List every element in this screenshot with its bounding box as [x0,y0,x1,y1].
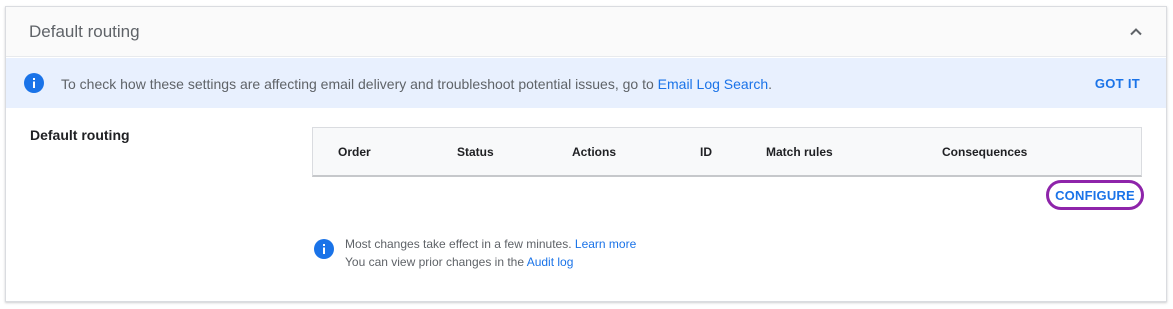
configure-button[interactable]: CONFIGURE [1046,180,1144,210]
footer-text: Most changes take effect in a few minute… [345,237,575,251]
info-icon [24,73,44,93]
banner-text: To check how these settings are affectin… [61,76,658,92]
default-routing-card: Default routing To check how these setti… [5,6,1167,302]
banner-message: To check how these settings are affectin… [61,76,772,92]
card-header[interactable]: Default routing [6,7,1166,57]
info-icon [314,239,334,259]
info-banner: To check how these settings are affectin… [6,58,1166,108]
chevron-up-icon[interactable] [1128,24,1144,40]
card-title: Default routing [29,22,140,41]
column-header-status[interactable]: Status [457,145,494,159]
column-header-consequences[interactable]: Consequences [942,145,1027,159]
footer-text: You can view prior changes in the [345,255,527,269]
audit-log-link[interactable]: Audit log [527,255,574,269]
column-header-order[interactable]: Order [338,145,371,159]
routing-rules-table: Order Status Actions ID Match rules Cons… [312,127,1142,177]
column-header-id[interactable]: ID [700,145,712,159]
email-log-search-link[interactable]: Email Log Search [658,76,769,92]
footer-line-changes: Most changes take effect in a few minute… [345,237,636,251]
column-header-match-rules[interactable]: Match rules [766,145,833,159]
section-label: Default routing [30,127,130,143]
banner-suffix: . [768,76,773,92]
got-it-button[interactable]: GOT IT [1095,76,1140,91]
learn-more-link[interactable]: Learn more [575,237,636,251]
footer-line-audit: You can view prior changes in the Audit … [345,255,573,269]
column-header-actions[interactable]: Actions [572,145,616,159]
